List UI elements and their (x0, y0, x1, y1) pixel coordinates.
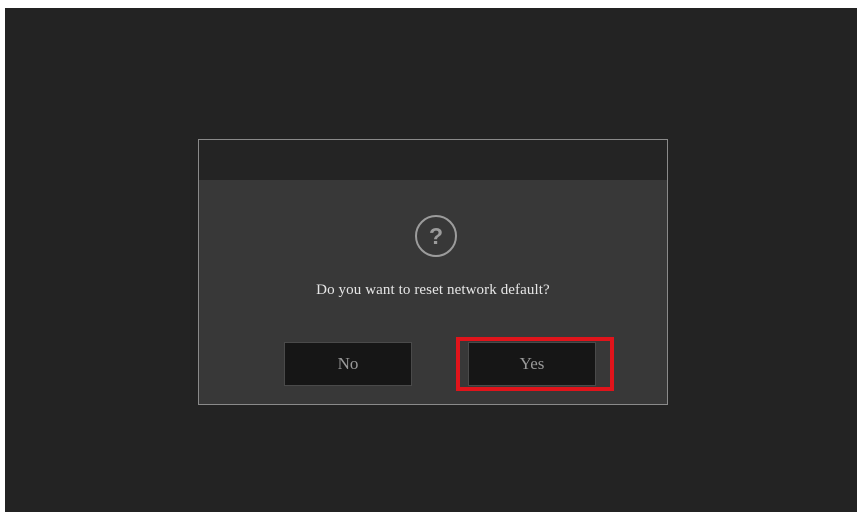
yes-button-label: Yes (519, 354, 545, 373)
screen-background: ? Do you want to reset network default? … (5, 8, 857, 512)
yes-button[interactable]: Yes (468, 342, 596, 386)
no-button-label: No (337, 354, 359, 373)
dialog-title-bar (199, 140, 667, 180)
dialog-message: Do you want to reset network default? (316, 282, 550, 298)
question-icon: ? (415, 215, 457, 257)
no-button[interactable]: No (284, 342, 412, 386)
question-icon-glyph: ? (429, 223, 443, 249)
reset-network-dialog: ? Do you want to reset network default? … (198, 139, 668, 405)
